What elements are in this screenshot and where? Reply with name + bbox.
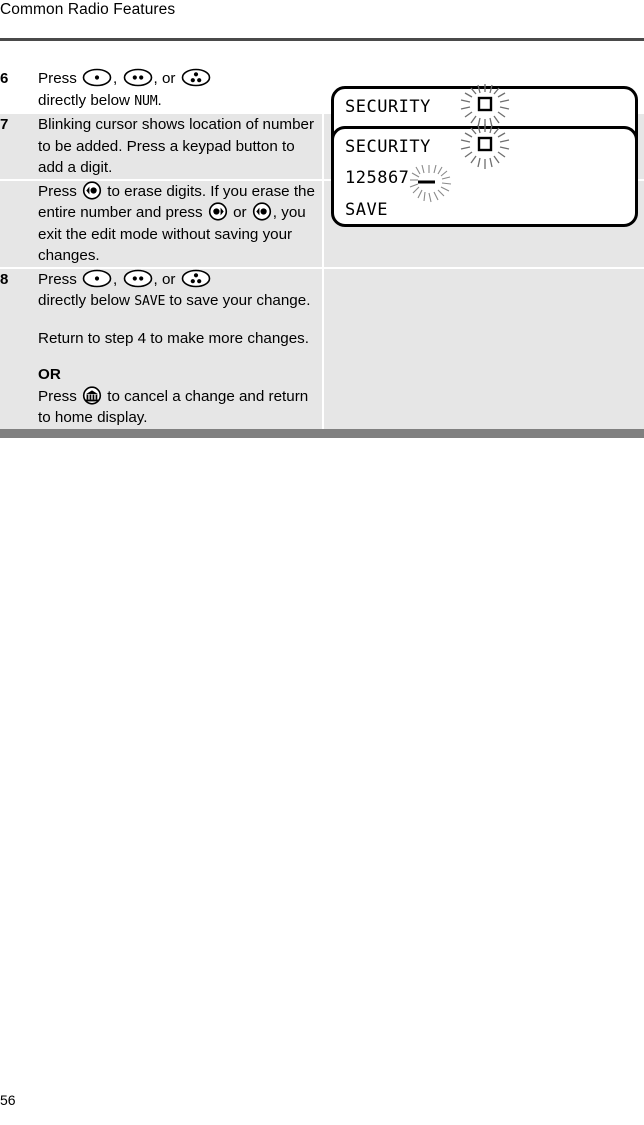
step-6-sep-1: ,	[113, 70, 122, 87]
header-divider	[0, 38, 644, 41]
step-text-7: Blinking cursor shows location of number…	[38, 112, 323, 180]
step-number-8: 8	[0, 266, 38, 429]
erase-digits-paragraph: Press to erase digits. If you erase the …	[38, 180, 322, 267]
display-cell-step-8	[322, 266, 644, 429]
menu-key-3-dot-icon[interactable]	[181, 269, 211, 288]
menu-key-3-dot-icon[interactable]	[181, 68, 211, 87]
step-text-8: Press , , or directly below SAVE to save…	[38, 266, 323, 429]
softkey-label-save: SAVE	[134, 294, 166, 309]
display-cell-step-7: SECURITY 125867 SAVE	[322, 112, 644, 227]
softkey-label-num: NUM	[134, 93, 158, 109]
display-cell-step-6: SECURITY	[322, 68, 644, 187]
step-6-sep-2: , or	[153, 70, 180, 87]
step-6-period: .	[157, 91, 162, 109]
step-number-7: 7	[0, 112, 38, 180]
step-6-below-label: directly below	[38, 91, 135, 109]
table-bottom-bar	[0, 429, 644, 438]
menu-key-2-dot-icon[interactable]	[123, 269, 153, 288]
step-8-sep-2: , or	[153, 270, 180, 288]
cancel-press-label: Press	[38, 387, 82, 405]
step-7-paragraph: Blinking cursor shows location of number…	[38, 116, 315, 176]
step-number-blank	[0, 178, 38, 268]
display-cell-erase-digits	[322, 178, 644, 268]
procedure-table: 6 Press , , or directly below NUM. SECUR…	[0, 68, 644, 429]
step-text-erase-digits: Press to erase digits. If you erase the …	[38, 178, 323, 268]
left-navigation-key-icon[interactable]	[252, 202, 272, 221]
erase-text-3: or	[228, 204, 251, 221]
table-row-erase-digits: Press to erase digits. If you erase the …	[0, 178, 644, 268]
menu-key-1-dot-icon[interactable]	[82, 269, 112, 288]
or-label: OR	[38, 366, 61, 383]
step-8-below-label: directly below	[38, 292, 135, 309]
step-number-6: 6	[0, 70, 9, 87]
step-6-press-label: Press	[38, 70, 82, 87]
step-8-press-label: Press	[38, 270, 82, 288]
step-6-paragraph-line2: directly below NUM.	[38, 90, 322, 113]
page-number: 56	[0, 1092, 16, 1108]
step-8-sep-1: ,	[113, 270, 122, 288]
step-8-paragraph: Press , , or	[38, 269, 322, 291]
step-8-paragraph-line2: directly below SAVE to save your change.	[38, 290, 322, 313]
step-8-cancel-paragraph: Press to cancel a change and return to h…	[38, 385, 322, 429]
table-row-step-8: 8 Press , , or directly below SAVE to sa…	[0, 266, 644, 429]
step-text-6: Press , , or directly below NUM.	[38, 68, 323, 113]
left-navigation-key-icon[interactable]	[82, 180, 102, 200]
page-title: Common Radio Features	[0, 1, 176, 18]
blinking-indicator-icon	[454, 124, 516, 172]
step-8-save-suffix: to save your change.	[165, 292, 311, 309]
table-row-step-6: 6 Press , , or directly below NUM. SECUR…	[0, 68, 644, 187]
display-7-line1: SECURITY	[345, 137, 431, 157]
menu-key-1-dot-icon[interactable]	[82, 68, 112, 87]
page-header: Common Radio Features	[0, 0, 644, 46]
erase-press-label: Press	[38, 182, 82, 200]
right-navigation-key-icon[interactable]	[208, 202, 228, 221]
menu-key-2-dot-icon[interactable]	[123, 68, 153, 87]
table-row-step-7: 7 Blinking cursor shows location of numb…	[0, 112, 644, 227]
home-key-icon[interactable]	[82, 385, 102, 405]
step-8-return-paragraph: Return to step 4 to make more changes.	[38, 329, 309, 347]
step-6-paragraph: Press , , or	[38, 68, 322, 90]
